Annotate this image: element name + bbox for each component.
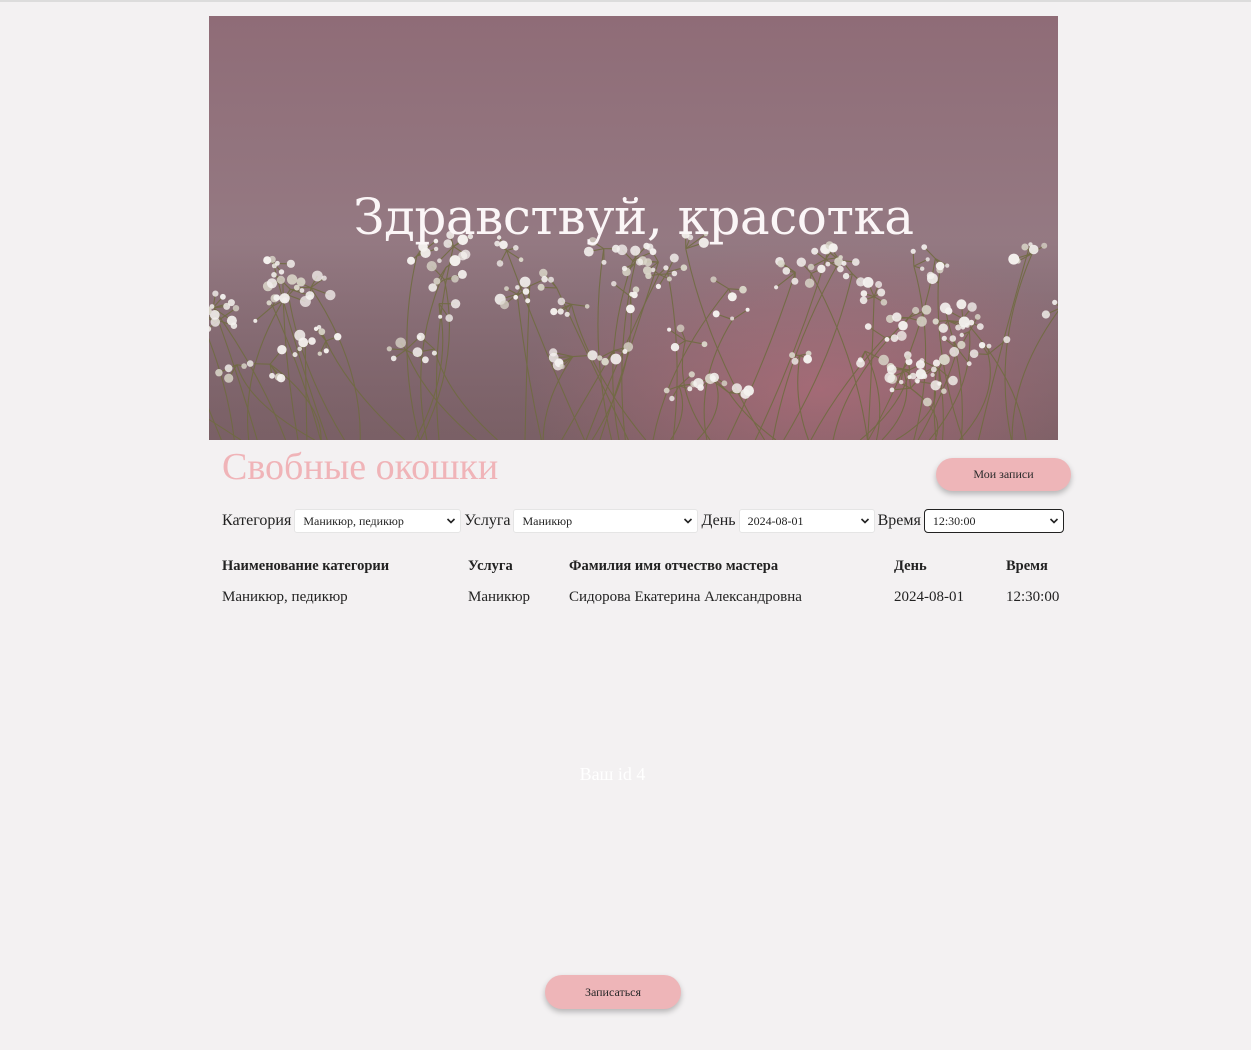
free-slots-table: Наименование категории Услуга Фамилия им… [222,553,1066,615]
cell-service: Маникюр [468,588,531,605]
my-records-button[interactable]: Мои записи [936,458,1071,491]
table-header-row: Наименование категории Услуга Фамилия им… [222,553,1066,579]
day-select[interactable]: 2024-08-01 [738,509,875,533]
category-select-value: Маникюр, педикюр [303,514,404,528]
filters-bar: Категория Маникюр, педикюр Услуга Маникю… [222,508,1067,534]
service-select[interactable]: Маникюр [513,509,699,533]
free-slots-title: Свобные окошки [222,446,499,488]
category-select[interactable]: Маникюр, педикюр [294,509,462,533]
cell-master: Сидорова Екатерина Александровна [569,588,802,605]
chevron-down-icon [684,518,693,524]
day-select-value: 2024-08-01 [747,514,804,528]
hero-banner: Здравствуй, красотка [209,16,1058,440]
column-header-day: День [894,557,927,574]
top-border [0,0,1251,2]
hero-greeting-title: Здравствуй, красотка [353,188,914,246]
service-label: Услуга [464,512,511,529]
time-label: Время [877,512,921,529]
cell-day: 2024-08-01 [894,588,964,605]
column-header-service: Услуга [468,557,513,574]
cell-category: Маникюр, педикюр [222,588,348,605]
category-label: Категория [222,512,292,529]
book-appointment-button[interactable]: Записаться [545,975,681,1009]
chevron-down-icon [860,518,869,524]
user-id-text: Ваш id 4 [579,764,646,784]
time-select-value: 12:30:00 [932,514,976,528]
column-header-time: Время [1006,557,1048,574]
day-label: День [701,512,736,529]
column-header-master: Фамилия имя отчество мастера [569,557,779,574]
table-row[interactable]: Маникюр, педикюр Маникюр Сидорова Екатер… [222,579,1066,615]
service-select-value: Маникюр [522,514,573,528]
chevron-down-icon [447,518,456,524]
chevron-down-icon [1049,518,1058,524]
cell-time: 12:30:00 [1006,588,1060,605]
column-header-category: Наименование категории [222,557,390,574]
time-select[interactable]: 12:30:00 [923,509,1064,533]
